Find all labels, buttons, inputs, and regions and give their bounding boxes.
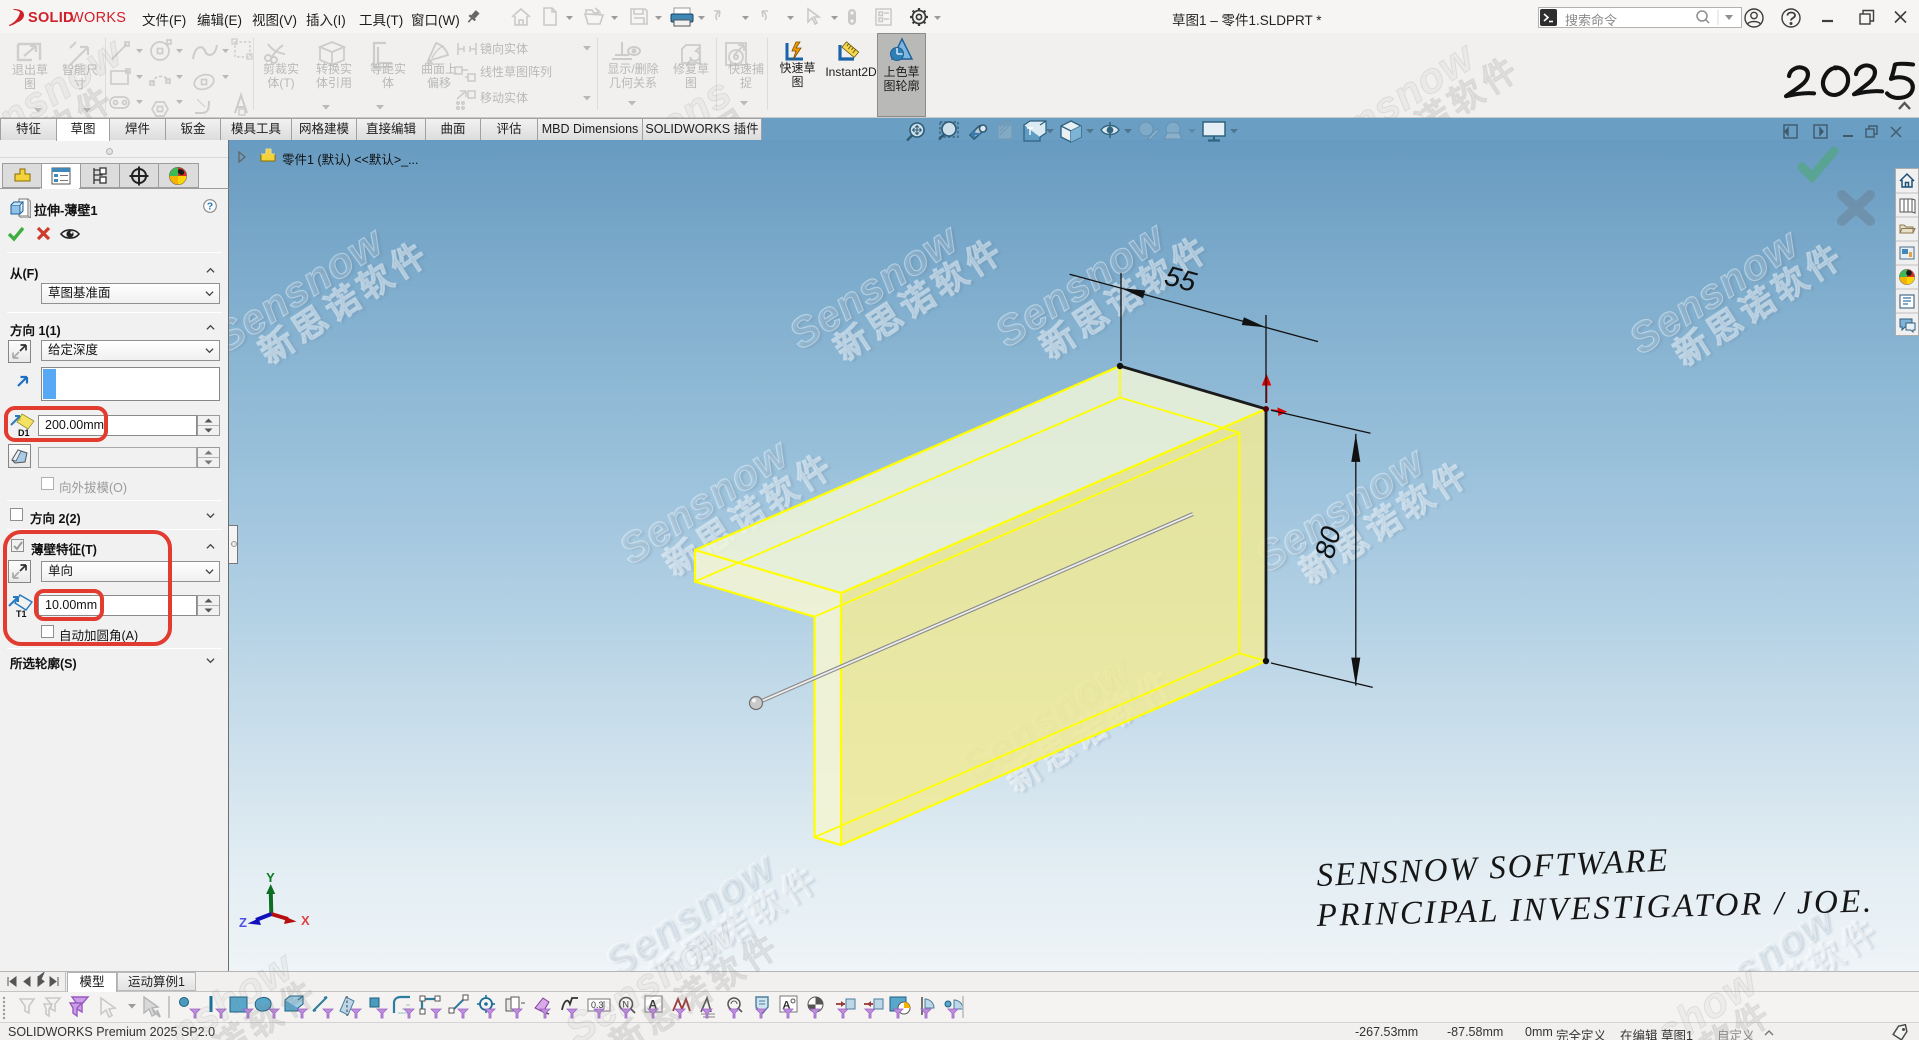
svg-text:Z: Z (239, 915, 247, 930)
svg-text:55: 55 (1161, 260, 1200, 298)
svg-text:X: X (301, 913, 310, 928)
svg-text:WORKS: WORKS (70, 10, 126, 26)
svg-text:PRINCIPAL INVESTIGATOR / JOE.: PRINCIPAL INVESTIGATOR / JOE. (1315, 883, 1874, 934)
svg-text:Y: Y (266, 870, 275, 885)
svg-text:?: ? (207, 201, 213, 213)
svg-text:SOLID: SOLID (28, 10, 74, 26)
svg-text:SENSNOW SOFTWARE: SENSNOW SOFTWARE (1316, 843, 1670, 894)
svg-text:80: 80 (1309, 523, 1348, 562)
